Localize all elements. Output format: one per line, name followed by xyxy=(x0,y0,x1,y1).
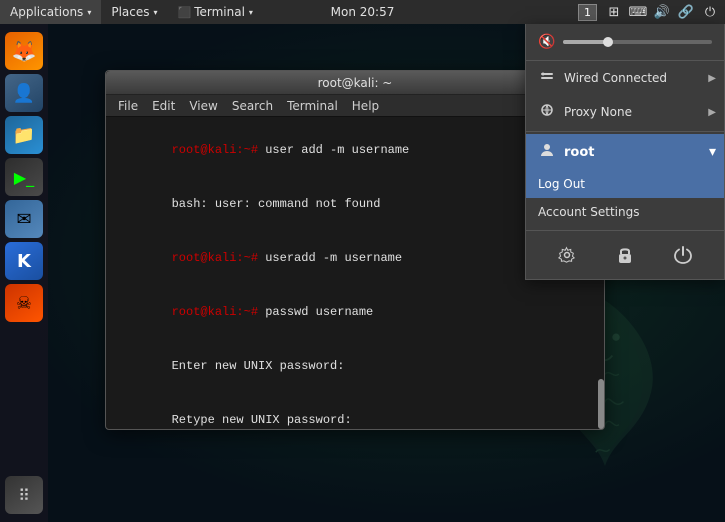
terminal-arrow: ▾ xyxy=(249,8,253,17)
terminal-line-1: root@kali:~# user add -m username xyxy=(114,123,596,177)
terminal-help-menu[interactable]: Help xyxy=(346,97,385,115)
network-icon xyxy=(538,69,556,87)
terminal-file-menu[interactable]: File xyxy=(112,97,144,115)
sidebar-icon-kali2[interactable]: ☠ xyxy=(5,284,43,322)
sidebar-icon-user[interactable]: 👤 xyxy=(5,74,43,112)
files-icon: 📁 xyxy=(13,125,35,146)
system-dropdown-panel: 🔇 Wired Connected ▶ xyxy=(525,24,725,280)
terminal-view-menu[interactable]: View xyxy=(183,97,223,115)
user-section[interactable]: root ▾ xyxy=(526,134,724,170)
firefox-icon: 🦊 xyxy=(12,39,37,63)
proxy-none-item[interactable]: Proxy None ▶ xyxy=(526,95,724,129)
terminal-line-3: root@kali:~# useradd -m username xyxy=(114,231,596,285)
volume-icon: 🔇 xyxy=(538,34,555,50)
terminal-search-menu[interactable]: Search xyxy=(226,97,279,115)
proxy-arrow: ▶ xyxy=(708,107,716,118)
power-action-btn[interactable] xyxy=(669,241,697,269)
logout-label: Log Out xyxy=(538,177,585,191)
volume-row: 🔇 xyxy=(526,24,724,61)
keyboard-icon[interactable]: ⌨ xyxy=(627,0,649,24)
lock-action-btn[interactable] xyxy=(611,241,639,269)
terminal-title: root@kali: ~ xyxy=(318,76,393,90)
top-panel: Applications ▾ Places ▾ ⬛ Terminal ▾ Mon… xyxy=(0,0,725,24)
sidebar-icon-firefox[interactable]: 🦊 xyxy=(5,32,43,70)
power-panel-icon[interactable]: ⏻ xyxy=(699,0,721,24)
proxy-none-label: Proxy None xyxy=(564,105,632,119)
terminal-menu[interactable]: ⬛ Terminal ▾ xyxy=(168,0,263,24)
applications-menu[interactable]: Applications ▾ xyxy=(0,0,101,24)
panel-clock: Mon 20:57 xyxy=(331,5,395,19)
sidebar-icon-mail[interactable]: ✉ xyxy=(5,200,43,238)
sidebar: 🦊 👤 📁 ▶_ ✉ K ☠ ⠿ xyxy=(0,24,48,522)
proxy-icon xyxy=(538,103,556,121)
terminal-edit-menu[interactable]: Edit xyxy=(146,97,181,115)
clock-display: Mon 20:57 xyxy=(331,5,395,19)
volume-slider[interactable] xyxy=(563,40,712,44)
separator-1 xyxy=(526,131,724,132)
terminal-line-6: Retype new UNIX password: xyxy=(114,393,596,429)
terminal-terminal-menu[interactable]: Terminal xyxy=(281,97,344,115)
places-arrow: ▾ xyxy=(153,8,157,17)
applications-arrow: ▾ xyxy=(87,8,91,17)
mail-icon: ✉ xyxy=(16,209,31,230)
user-account-icon xyxy=(538,142,556,162)
user-expand-arrow: ▾ xyxy=(709,144,716,160)
volume-knob xyxy=(603,37,613,47)
screenshot-icon[interactable]: ⊞ xyxy=(603,0,625,24)
account-settings-label: Account Settings xyxy=(538,205,639,219)
terminal-icon-sidebar: ▶_ xyxy=(14,168,34,187)
places-menu[interactable]: Places ▾ xyxy=(101,0,167,24)
volume-panel-icon[interactable]: 🔊 xyxy=(651,0,673,24)
account-settings-item[interactable]: Account Settings xyxy=(526,198,724,226)
terminal-line-4: root@kali:~# passwd username xyxy=(114,285,596,339)
wired-connected-item[interactable]: Wired Connected ▶ xyxy=(526,61,724,95)
kali1-icon: K xyxy=(17,251,31,272)
kali2-icon: ☠ xyxy=(16,293,32,314)
sidebar-icon-terminal[interactable]: ▶_ xyxy=(5,158,43,196)
network-panel-icon[interactable]: 🔗 xyxy=(675,0,697,24)
places-label: Places xyxy=(111,5,149,19)
user-icon: 👤 xyxy=(13,83,35,104)
username-label: root xyxy=(564,145,595,160)
apps-grid-icon: ⠿ xyxy=(18,486,30,505)
sidebar-icon-apps[interactable]: ⠿ xyxy=(5,476,43,514)
dropdown-bottom-actions xyxy=(526,230,724,279)
terminal-label: Terminal xyxy=(194,5,245,19)
wired-connected-arrow: ▶ xyxy=(708,73,716,84)
terminal-line-5: Enter new UNIX password: xyxy=(114,339,596,393)
wired-connected-label: Wired Connected xyxy=(564,71,667,85)
desktop: Applications ▾ Places ▾ ⬛ Terminal ▾ Mon… xyxy=(0,0,725,522)
logout-item[interactable]: Log Out xyxy=(526,170,724,198)
panel-left: Applications ▾ Places ▾ ⬛ Terminal ▾ xyxy=(0,0,263,24)
settings-action-btn[interactable] xyxy=(553,241,581,269)
terminal-line-2: bash: user: command not found xyxy=(114,177,596,231)
sidebar-bottom: ⠿ xyxy=(5,476,43,514)
sidebar-icon-files[interactable]: 📁 xyxy=(5,116,43,154)
terminal-icon: ⬛ xyxy=(178,6,192,19)
applications-label: Applications xyxy=(10,5,83,19)
workspace-indicator[interactable]: 1 xyxy=(578,4,597,21)
sidebar-icon-kali1[interactable]: K xyxy=(5,242,43,280)
panel-right: 1 ⊞ ⌨ 🔊 🔗 ⏻ xyxy=(578,0,725,24)
